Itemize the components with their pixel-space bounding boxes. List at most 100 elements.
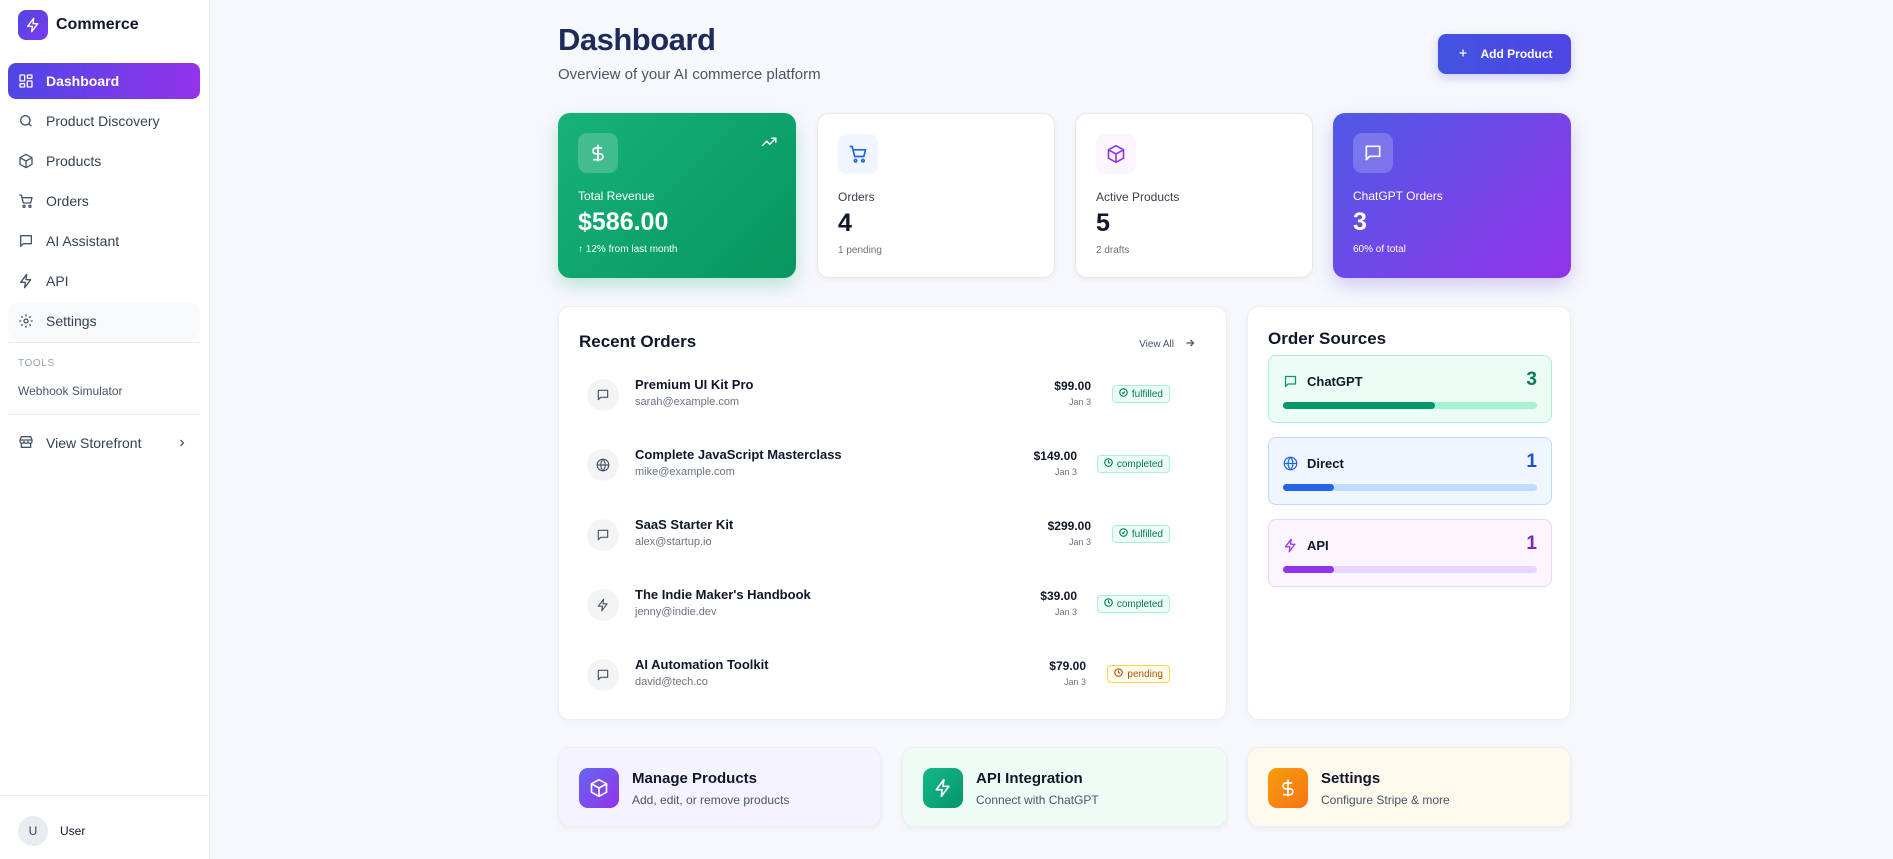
stat-note: 1 pending [838,245,882,256]
quick-link-title: Settings [1321,770,1381,787]
quick-link-title: Manage Products [632,770,758,787]
order-date: Jan 3 [1068,537,1091,547]
sidebar-item-label: API [46,273,69,289]
sidebar-item-product-discovery[interactable]: Product Discovery [8,103,200,139]
sidebar-item-label: AI Assistant [46,233,120,249]
cart-icon [18,193,34,209]
source-count: 1 [1526,451,1537,472]
stat-card-orders: Orders 4 1 pending [817,113,1055,278]
brand[interactable]: Commerce [18,10,139,40]
order-row[interactable]: AI Automation Toolkit david@tech.co $79.… [587,651,1199,701]
stat-label: Total Revenue [578,189,655,203]
quick-link-subtitle: Connect with ChatGPT [976,793,1099,807]
source-card-direct: Direct 1 [1268,437,1552,505]
stat-label: Orders [838,190,875,204]
status-badge: completed [1096,595,1170,613]
message-icon [18,233,34,249]
status-badge-label: fulfilled [1131,388,1163,400]
source-count: 3 [1526,369,1537,390]
brand-logo-icon [18,10,48,40]
order-sources-title: Order Sources [1268,329,1387,348]
quick-link-manage-products[interactable]: Manage Products Add, edit, or remove pro… [558,747,881,827]
gear-icon [18,313,34,329]
quick-link-api-integration[interactable]: API Integration Connect with ChatGPT [902,747,1227,827]
page-title: Dashboard [558,22,716,57]
quick-link-settings[interactable]: Settings Configure Stripe & more [1247,747,1571,827]
search-icon [18,113,34,129]
status-badge: completed [1096,455,1170,473]
sidebar-item-ai-assistant[interactable]: AI Assistant [8,223,200,259]
order-price: $149.00 [1033,449,1077,463]
order-sources-panel: Order Sources ChatGPT 3 Direct 1 API 1 [1247,306,1571,720]
stat-card-total-revenue: Total Revenue $586.00 ↑ 12% from last mo… [558,113,796,278]
order-date: Jan 3 [1063,677,1086,687]
source-name: API [1307,538,1329,553]
webhook-simulator-link[interactable]: Webhook Simulator [18,384,123,398]
message-icon [587,379,619,411]
stat-note: 60% of total [1353,244,1406,255]
recent-orders-title: Recent Orders [579,332,697,351]
message-icon [587,659,619,691]
message-icon [587,519,619,551]
avatar: U [18,816,48,846]
order-date: Jan 3 [1054,467,1077,477]
source-progress-fill [1283,402,1436,409]
order-row[interactable]: Premium UI Kit Pro sarah@example.com $99… [587,371,1199,421]
order-customer-email: david@tech.co [635,676,708,688]
lightning-icon [1283,538,1298,558]
sidebar-item-dashboard[interactable]: Dashboard [8,63,200,99]
order-date: Jan 3 [1068,397,1091,407]
sidebar-item-orders[interactable]: Orders [8,183,200,219]
chevron-right-icon [176,436,188,452]
order-row[interactable]: Complete JavaScript Masterclass mike@exa… [587,441,1199,491]
order-customer-email: sarah@example.com [635,396,740,408]
arrow-right-icon [1184,337,1196,352]
status-badge-label: completed [1116,598,1163,610]
order-price: $79.00 [1049,659,1086,673]
clock-icon [1114,668,1124,680]
source-count: 1 [1526,533,1537,554]
status-badge: pending [1107,665,1170,683]
status-badge-label: pending [1127,668,1163,680]
status-badge: fulfilled [1111,525,1170,543]
sidebar-item-settings[interactable]: Settings [8,303,200,339]
user-menu[interactable]: U User [18,816,85,846]
package-icon [1096,134,1136,174]
sidebar-item-label: Dashboard [46,73,120,89]
message-icon [1283,374,1298,394]
sidebar-nav: Dashboard Product Discovery Products Ord… [8,63,200,343]
stat-label: Active Products [1096,190,1180,204]
stat-card-active-products: Active Products 5 2 drafts [1075,113,1313,278]
view-storefront-label: View Storefront [46,435,142,451]
quick-link-subtitle: Add, edit, or remove products [632,793,790,807]
view-all-link[interactable]: View All [1139,337,1196,352]
order-row[interactable]: SaaS Starter Kit alex@startup.io $299.00… [587,511,1199,561]
source-progress-track [1283,402,1537,409]
sidebar-item-api[interactable]: API [8,263,200,299]
view-storefront-link[interactable]: View Storefront [8,425,200,461]
order-product-name: Premium UI Kit Pro [635,377,754,392]
package-icon [579,768,619,808]
sidebar-item-products[interactable]: Products [8,143,200,179]
sidebar: Commerce Dashboard Product Discovery Pro… [0,0,210,859]
order-price: $299.00 [1047,519,1091,533]
order-row[interactable]: The Indie Maker's Handbook jenny@indie.d… [587,581,1199,631]
plus-icon [1457,47,1469,62]
trending-up-icon [760,133,778,156]
source-name: Direct [1307,456,1344,471]
order-date: Jan 3 [1054,607,1077,617]
quick-link-subtitle: Configure Stripe & more [1321,793,1450,807]
source-name: ChatGPT [1307,374,1363,389]
stat-value: 4 [838,209,852,237]
recent-orders-panel: Recent Orders View All Premium UI Kit Pr… [558,306,1227,720]
view-all-label: View All [1139,339,1174,350]
order-product-name: SaaS Starter Kit [635,517,734,532]
stat-note: 2 drafts [1096,245,1130,256]
user-divider [0,795,210,796]
stat-value: 3 [1353,208,1367,236]
source-progress-fill [1283,484,1334,491]
sidebar-item-label: Orders [46,193,89,209]
check-circle-icon [1119,388,1128,400]
dashboard-grid-icon [18,73,34,89]
add-product-button[interactable]: Add Product [1438,34,1571,74]
